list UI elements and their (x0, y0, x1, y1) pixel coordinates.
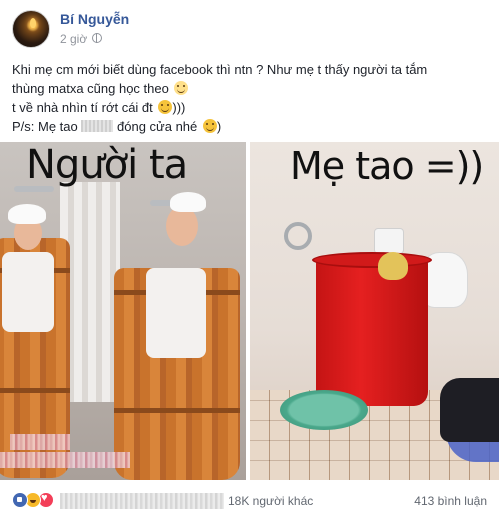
like-icon[interactable] (12, 492, 28, 508)
post-line-3: t về nhà nhìn tí rớt cái đt ))) (12, 98, 492, 117)
photo-caption-right: Mẹ tao =)) (290, 144, 484, 188)
towel (146, 268, 206, 358)
censored-word (81, 120, 114, 132)
post-line-2-text: thùng matxa cũng học theo (12, 81, 169, 96)
dark-cloth (440, 378, 499, 442)
shower-cap (170, 192, 206, 212)
candle-flame (30, 18, 36, 28)
smile-emoji-icon (158, 100, 173, 114)
post-line-3-text: t về nhà nhìn tí rớt cái đt (12, 100, 153, 115)
comment-count[interactable]: 413 bình luận (414, 494, 487, 508)
smile-emoji-icon (202, 119, 217, 133)
post-time[interactable]: 2 giờ (60, 32, 87, 46)
post-footer: 18K người khác 413 bình luận (0, 484, 499, 521)
globe-icon (92, 33, 102, 43)
red-bucket (316, 258, 428, 406)
towel (2, 252, 54, 332)
post-line-1: Khi mẹ cm mới biết dùng facebook thì ntn… (12, 62, 428, 77)
post-line-2: thùng matxa cũng học theo (12, 79, 492, 98)
pixelated-watermark (0, 452, 130, 468)
post-line-4-text-b: đóng cửa nhé (117, 119, 198, 134)
reaction-count[interactable]: 18K người khác (228, 494, 313, 508)
pixelated-watermark (10, 434, 70, 450)
post-header: Bí Nguyễn 2 giờ (0, 0, 499, 56)
wall-pipe (284, 222, 312, 250)
post-text: Khi mẹ cm mới biết dùng facebook thì ntn… (12, 60, 492, 136)
tub-hoop (0, 388, 70, 393)
shower-cap (8, 204, 46, 224)
moon-emoji-icon (174, 81, 189, 95)
post-line-4: P/s: Mẹ tao đóng cửa nhé ) (12, 117, 492, 136)
green-basin (280, 390, 368, 430)
tub-hoop (114, 408, 240, 413)
post-line-4-text: P/s: Mẹ tao (12, 119, 78, 134)
person-face (166, 206, 198, 246)
photo-left[interactable]: Người ta (0, 142, 246, 480)
toilet-tank (374, 228, 404, 254)
red-bucket-rim (312, 252, 432, 268)
post-line-3-end: ))) (172, 100, 186, 115)
photo-right[interactable]: Mẹ tao =)) (250, 142, 499, 480)
author-name[interactable]: Bí Nguyễn (60, 11, 129, 27)
author-avatar[interactable] (12, 10, 50, 48)
censored-reactor-names (60, 493, 224, 509)
post-line-4-end: ) (216, 119, 222, 134)
photo-caption-left: Người ta (26, 142, 188, 188)
person-head (378, 252, 408, 280)
photo-collage[interactable]: Người ta Mẹ tao =)) (0, 142, 499, 480)
